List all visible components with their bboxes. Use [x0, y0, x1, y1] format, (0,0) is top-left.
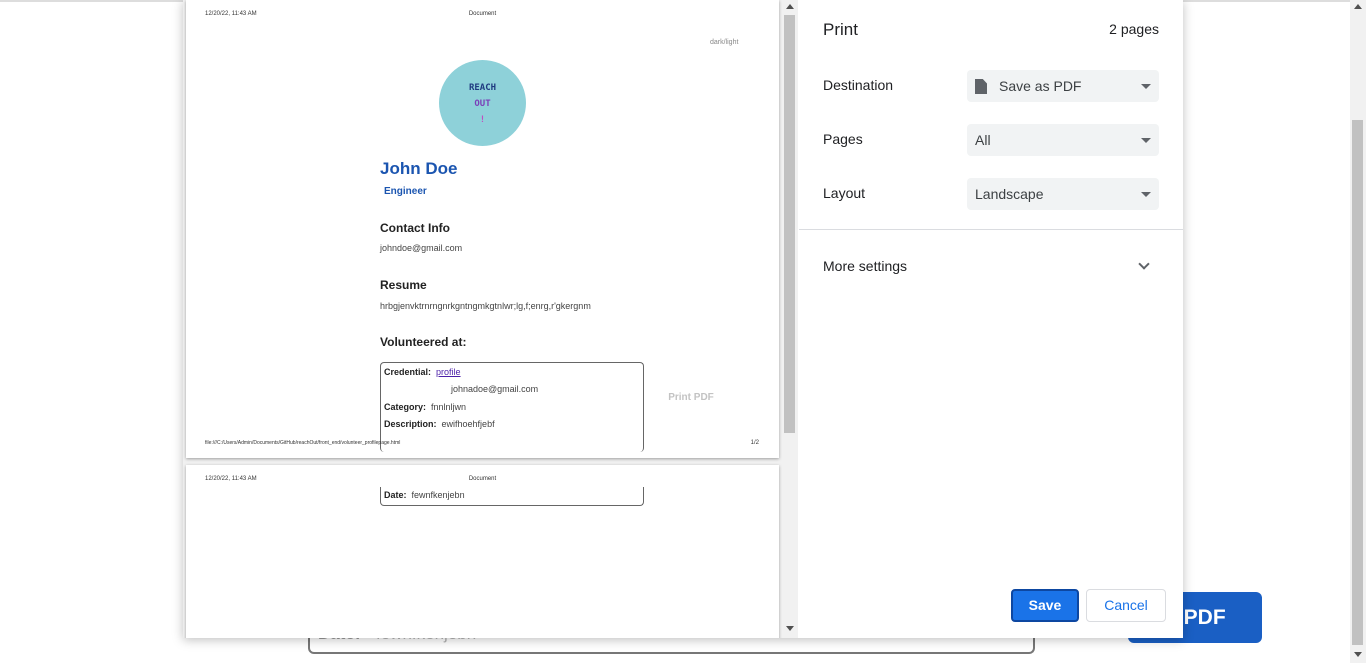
page-footer-number: 1/2 [750, 440, 759, 446]
pages-value: All [975, 132, 991, 148]
pages-select[interactable]: All [967, 124, 1159, 156]
print-title: Print [823, 20, 858, 39]
category-value: fnnlnljwn [431, 402, 467, 412]
scroll-up-icon[interactable] [1354, 4, 1362, 9]
dropdown-arrow-icon [1141, 138, 1151, 143]
credential-row: Credential: profile [384, 367, 461, 377]
settings-divider [799, 229, 1183, 230]
page2-date-row: Date: fewnfkenjebn [384, 490, 465, 500]
profile-role: Engineer [384, 186, 427, 197]
resume-text: hrbgjenvktrnrngnrkgntngmkgtnlwr;lg,f;enr… [380, 301, 591, 311]
page-count: 2 pages [1109, 21, 1159, 37]
credential-email: johnadoe@gmail.com [451, 384, 539, 394]
profile-link: profile [436, 367, 461, 377]
resume-heading: Resume [380, 278, 427, 292]
save-button[interactable]: Save [1011, 589, 1079, 622]
layout-value: Landscape [975, 186, 1044, 202]
preview-page-1: 12/20/22, 11:43 AM Document dark/light R… [186, 0, 779, 458]
preview-scrollbar-thumb[interactable] [784, 15, 795, 433]
preview-scrollbar[interactable] [782, 0, 798, 638]
preview-scroll-down-icon[interactable] [786, 626, 794, 631]
page-footer-url: file:///C:/Users/Admin/Documents/GitHub/… [205, 440, 401, 446]
contact-email: johndoe@gmail.com [380, 243, 463, 253]
dark-light-toggle: dark/light [710, 39, 739, 46]
pages-label: Pages [823, 131, 863, 147]
logo-line-3: ! [479, 115, 486, 125]
print-preview: 12/20/22, 11:43 AM Document dark/light R… [183, 0, 798, 638]
volunteered-heading: Volunteered at: [380, 335, 467, 349]
profile-name: John Doe [380, 159, 458, 178]
reach-out-logo: REACH OUT ! [439, 60, 526, 146]
scrollbar-thumb[interactable] [1352, 120, 1363, 645]
page-header-title: Document [468, 11, 497, 17]
dropdown-arrow-icon [1141, 192, 1151, 197]
page2-date-box: Date: fewnfkenjebn [380, 487, 644, 506]
page-scrollbar[interactable] [1350, 0, 1366, 663]
logo-line-2: OUT [474, 99, 491, 109]
category-row: Category: fnnlnljwn [384, 402, 466, 412]
destination-select[interactable]: Save as PDF [967, 70, 1159, 102]
layout-select[interactable]: Landscape [967, 178, 1159, 210]
print-settings-panel: Print 2 pages Destination Save as PDF Pa… [799, 0, 1183, 638]
credential-label: Credential: [384, 367, 432, 377]
more-settings-toggle[interactable]: More settings [823, 258, 907, 274]
chevron-down-icon[interactable] [1138, 258, 1150, 270]
category-label: Category: [384, 402, 427, 412]
logo-line-1: REACH [468, 83, 497, 93]
description-row: Description: ewifhoehfjebf [384, 419, 495, 429]
page2-date-label: Date: [384, 490, 407, 500]
print-pdf-label: Print PDF [668, 392, 714, 403]
layout-label: Layout [823, 185, 866, 201]
volunteer-card: Credential: profile johnadoe@gmail.com C… [380, 362, 644, 452]
description-label: Description: [384, 419, 437, 429]
preview-scroll-up-icon[interactable] [786, 4, 794, 9]
page2-header-title: Document [468, 476, 497, 482]
page2-date-value: fewnfkenjebn [411, 490, 465, 500]
file-icon [975, 79, 987, 94]
scroll-down-icon[interactable] [1354, 652, 1362, 657]
screen: Date: fewnfkenjebn nt PDF 12/20/22, 11:4… [0, 0, 1366, 663]
destination-label: Destination [823, 77, 894, 93]
cancel-button[interactable]: Cancel [1086, 589, 1166, 622]
dropdown-arrow-icon [1141, 84, 1151, 89]
preview-page-2: 12/20/22, 11:43 AM Document Date: fewnfk… [186, 465, 779, 638]
destination-value: Save as PDF [999, 78, 1082, 94]
print-dialog: 12/20/22, 11:43 AM Document dark/light R… [183, 0, 1183, 638]
description-value: ewifhoehfjebf [441, 419, 495, 429]
contact-heading: Contact Info [380, 221, 450, 235]
